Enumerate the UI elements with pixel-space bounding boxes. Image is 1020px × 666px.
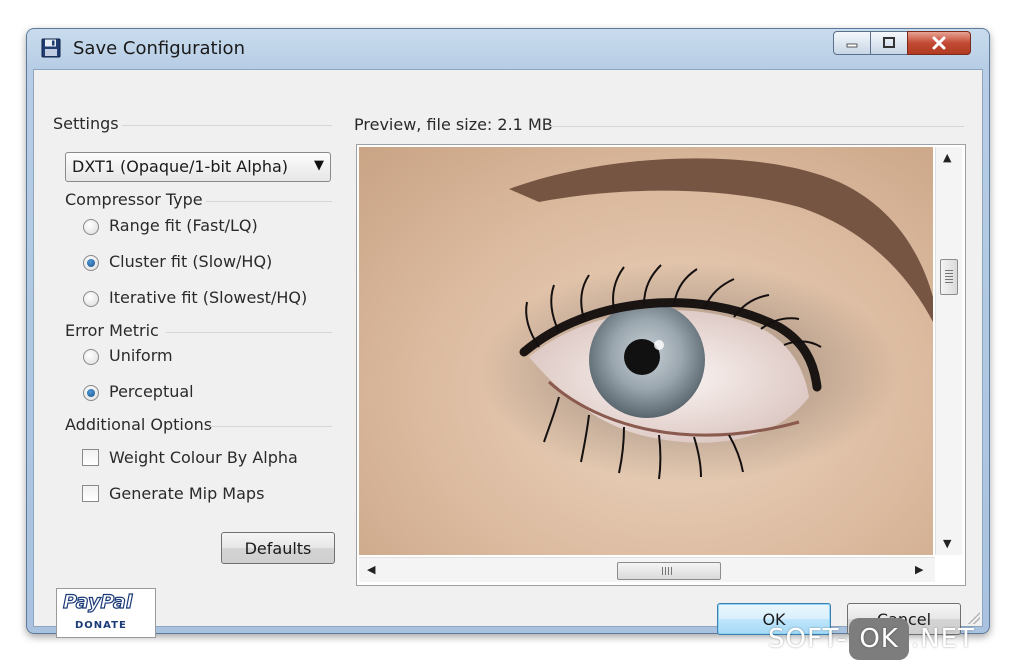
preview-panel: ▲ ▼ ◀ ▶ [356,144,966,586]
compressor-type-label: Compressor Type [65,190,203,209]
radio-range-fit[interactable] [83,219,99,235]
radio-range-fit-label[interactable]: Range fit (Fast/LQ) [109,216,258,235]
error-metric-label: Error Metric [65,321,159,340]
close-button[interactable] [907,31,971,55]
vertical-scroll-thumb[interactable] [940,259,958,295]
maximize-icon [883,37,895,48]
format-dropdown[interactable]: DXT1 (Opaque/1-bit Alpha) ▼ [65,152,331,182]
close-icon [932,36,946,50]
horizontal-scroll-thumb[interactable] [617,562,721,580]
defaults-button[interactable]: Defaults [221,532,335,564]
watermark-suffix: .NET [910,624,975,654]
horizontal-scrollbar[interactable]: ◀ ▶ [359,557,935,582]
radio-perceptual[interactable] [83,385,99,401]
paypal-donate-caption: DONATE [75,620,127,631]
eye-image [479,158,933,482]
radio-uniform-label[interactable]: Uniform [109,346,173,365]
watermark-highlight: OK [849,618,909,660]
settings-group-label: Settings [53,114,119,133]
vertical-scrollbar[interactable]: ▲ ▼ [935,147,962,555]
scroll-up-icon[interactable]: ▲ [943,151,951,164]
checkbox-weight-colour-by-alpha[interactable] [82,449,99,466]
radio-perceptual-label[interactable]: Perceptual [109,382,194,401]
grip-icon [662,567,674,575]
dialog-client-area: Settings DXT1 (Opaque/1-bit Alpha) ▼ Com… [33,69,983,638]
scroll-left-icon[interactable]: ◀ [367,563,375,576]
checkbox-generate-mip-maps-label[interactable]: Generate Mip Maps [109,484,264,503]
scroll-down-icon[interactable]: ▼ [943,537,951,550]
chevron-down-icon: ▼ [314,158,324,173]
maximize-button[interactable] [870,31,908,55]
format-dropdown-value: DXT1 (Opaque/1-bit Alpha) [72,157,289,176]
radio-cluster-fit[interactable] [83,255,99,271]
grip-icon [945,270,953,284]
save-configuration-window: Save Configuration Settings DXT1 (Opaque… [26,28,990,638]
paypal-donate-button[interactable]: PayPal DONATE [56,588,156,638]
watermark-prefix: SOFT- [768,624,848,654]
error-metric-divider [166,332,332,333]
scroll-right-icon[interactable]: ▶ [915,563,923,576]
additional-options-divider [210,426,332,427]
radio-iterative-fit[interactable] [83,291,99,307]
floppy-disk-icon [41,38,61,58]
additional-options-label: Additional Options [65,415,213,434]
settings-divider [122,125,332,126]
minimize-icon [846,43,858,48]
watermark: SOFT- OK .NET [768,618,975,660]
checkbox-weight-colour-by-alpha-label[interactable]: Weight Colour By Alpha [109,448,298,467]
minimize-button[interactable] [833,31,871,55]
preview-divider [550,126,964,127]
radio-uniform[interactable] [83,349,99,365]
radio-iterative-fit-label[interactable]: Iterative fit (Slowest/HQ) [109,288,307,307]
preview-image [359,147,933,555]
radio-cluster-fit-label[interactable]: Cluster fit (Slow/HQ) [109,252,272,271]
checkbox-generate-mip-maps[interactable] [82,485,99,502]
window-title: Save Configuration [73,38,245,59]
title-bar[interactable]: Save Configuration [27,29,989,69]
preview-label: Preview, file size: 2.1 MB [354,115,553,134]
paypal-logo: PayPal [62,590,133,613]
compressor-type-divider [206,201,332,202]
